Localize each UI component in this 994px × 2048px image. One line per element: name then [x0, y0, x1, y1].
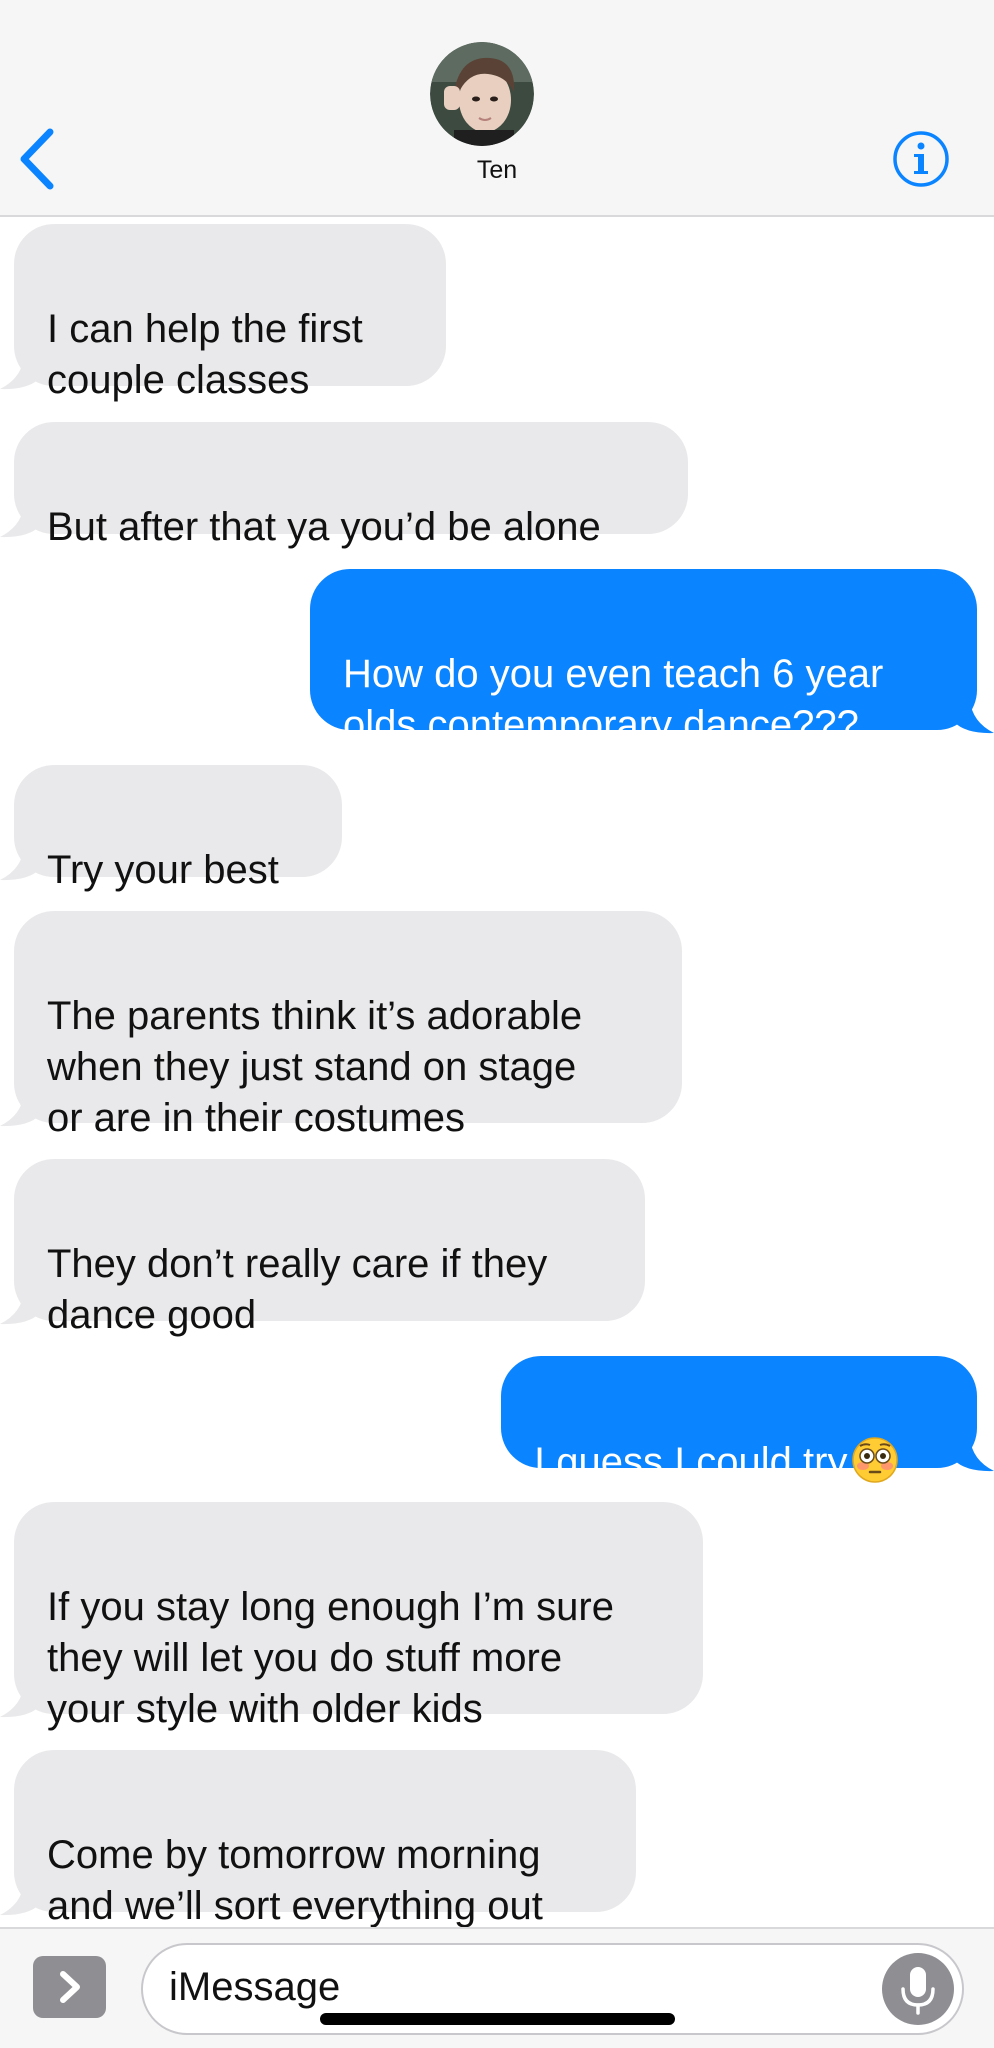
bubble-tail [0, 1291, 40, 1325]
bubble-tail [0, 504, 40, 538]
message-text: Come by tomorrow morning and we’ll sort … [47, 1833, 543, 1928]
message-composer: iMessage [0, 1927, 994, 2048]
message-text: I can help the first couple classes [47, 307, 363, 402]
info-icon [893, 131, 949, 187]
microphone-icon [901, 1967, 935, 2015]
bubble-tail [954, 700, 994, 734]
incoming-message-bubble[interactable]: Try your best [14, 765, 342, 892]
incoming-message-bubble[interactable]: But after that ya you’d be alone [14, 422, 688, 549]
incoming-message-bubble[interactable]: The parents think it’s adorable when the… [14, 911, 682, 1140]
message-text: If you stay long enough I’m sure they wi… [47, 1585, 614, 1731]
bubble-tail [0, 356, 40, 390]
message-text: How do you even teach 6 year olds contem… [343, 652, 884, 747]
message-text: But after that ya you’d be alone [47, 505, 601, 549]
home-indicator[interactable] [320, 2013, 675, 2025]
chevron-right-icon [60, 1971, 80, 2003]
app-drawer-button[interactable] [33, 1956, 106, 2018]
message-text: Try your best [47, 848, 279, 892]
outgoing-message-bubble[interactable]: I guess I could try [501, 1356, 977, 1484]
incoming-message-bubble[interactable]: If you stay long enough I’m sure they wi… [14, 1502, 703, 1731]
incoming-message-bubble[interactable]: They don’t really care if they dance goo… [14, 1159, 645, 1337]
incoming-message-bubble[interactable]: Come by tomorrow morning and we’ll sort … [14, 1750, 636, 1928]
bubble-tail [0, 1882, 40, 1916]
bubble-tail [954, 1438, 994, 1472]
dictation-button[interactable] [882, 1953, 954, 2025]
bubble-tail [0, 1093, 40, 1127]
bubble-tail [0, 1684, 40, 1718]
message-text: I guess I could try [534, 1440, 848, 1484]
message-input-placeholder: iMessage [169, 1965, 341, 2009]
contact-avatar[interactable] [430, 42, 534, 146]
message-text: The parents think it’s adorable when the… [47, 994, 583, 1140]
message-text: They don’t really care if they dance goo… [47, 1242, 548, 1337]
incoming-message-bubble[interactable]: I can help the first couple classes [14, 224, 446, 402]
bubble-tail [0, 847, 40, 881]
conversation-header: Ten [0, 0, 994, 217]
info-button[interactable] [892, 130, 950, 188]
outgoing-message-bubble[interactable]: How do you even teach 6 year olds contem… [310, 569, 977, 747]
contact-name[interactable]: Ten [0, 156, 994, 185]
flushed-face-emoji [852, 1437, 899, 1483]
